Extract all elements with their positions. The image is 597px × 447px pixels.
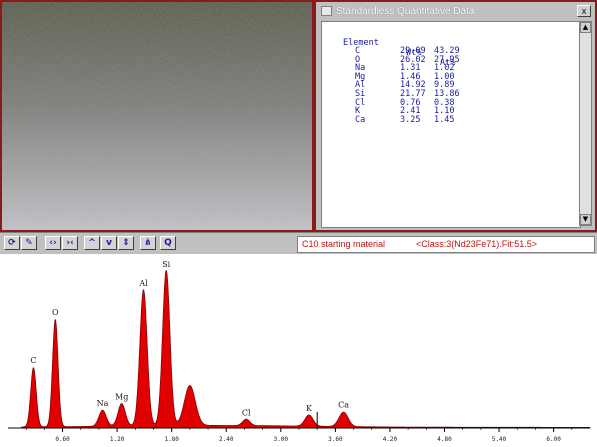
spectrum-name: C10 starting material [302,239,386,249]
classification-text: <Class:3(Nd23Fe71).Fit:51.5> [416,239,538,249]
expand-icon[interactable]: ⇕ [118,236,134,250]
peak-label: Ca [338,401,349,410]
wt-percent-value: 3.25 [400,114,421,125]
quantify-icon[interactable]: Q [160,236,176,250]
scroll-down-icon[interactable]: ▼ [580,214,591,225]
vertical-scrollbar[interactable]: ▲ ▼ [579,21,592,226]
peak-label: Al [138,279,148,288]
peak-label-icon[interactable]: ⋔ [140,236,156,250]
element-symbol: Ca [355,114,366,125]
close-icon[interactable]: x [577,5,591,17]
x-tick-label: 3.00 [274,436,289,443]
at-percent-value: 1.45 [434,114,455,125]
quant-window-titlebar: Standardless Quantitative Data x [318,4,593,19]
quant-window-title: Standardless Quantitative Data [336,6,475,17]
zoom-out-horizontal-icon[interactable]: ‹› [45,236,61,250]
peak-label: K [306,404,313,413]
x-tick-label: 4.20 [383,436,398,443]
peak-label: O [52,308,59,317]
scale-up-icon[interactable]: ^ [84,236,100,250]
x-tick-label: 1.20 [110,436,125,443]
x-tick-label: 0.60 [55,436,70,443]
sem-micrograph [0,0,314,232]
spectrum-plot: 0.60 1.20 1.80 2.40 3.00 3.60 4.20 4.80 5.40 6.00… [8,260,591,443]
spectrum-status-box: C10 starting material <Class:3(Nd23Fe71)… [297,236,595,253]
x-tick-label: 1.80 [164,436,179,443]
peak-label: C [30,356,36,365]
peak-label: Cl [242,409,251,418]
peak-label: Na [97,399,109,408]
peak-label: Si [162,260,170,269]
scale-down-icon[interactable]: v [101,236,117,250]
eds-spectrum: 0.60 1.20 1.80 2.40 3.00 3.60 4.20 4.80 5.40 6.00… [0,254,597,447]
zoom-in-horizontal-icon[interactable]: ›‹ [62,236,78,250]
x-tick-label: 3.60 [328,436,343,443]
micrograph-image [2,2,312,230]
x-tick-label: 2.40 [219,436,234,443]
results-header: Element Wt% At% [322,28,455,78]
refresh-icon[interactable]: ⟳ [4,236,20,250]
x-tick-label: 4.80 [437,436,452,443]
quant-data-window: Standardless Quantitative Data x Element… [314,0,597,232]
window-system-icon[interactable] [321,6,332,16]
x-tick-label: 5.40 [492,436,507,443]
peak-label: Mg [115,393,128,402]
edit-icon[interactable]: ✎ [21,236,37,250]
scroll-up-icon[interactable]: ▲ [580,22,591,33]
x-tick-label: 6.00 [546,436,561,443]
quant-results-pane: Element Wt% At% C 29.09 43.29 O 26.02 27.95 Na… [321,21,581,228]
col-element-header: Element [343,38,379,48]
spectrum-toolbar: ⟳ ✎ ‹› ›‹ ^ v ⇕ ⋔ Q C10 starting materia… [0,232,597,254]
